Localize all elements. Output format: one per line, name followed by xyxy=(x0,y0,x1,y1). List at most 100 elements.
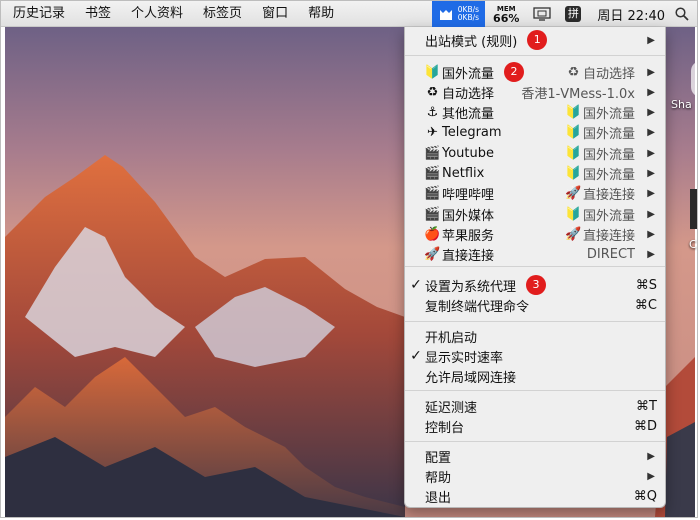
memory-indicator[interactable]: MEM 66% xyxy=(493,5,519,24)
show-speed-label: 显示实时速率 xyxy=(425,350,504,366)
submenu-arrow-icon: ▶ xyxy=(647,168,655,179)
menu-item-set-system-proxy[interactable]: ✓ 设置为系统代理 3 ⌘S xyxy=(405,275,665,295)
menu-item-latency-test[interactable]: 延迟测速 ⌘T xyxy=(405,396,665,416)
outbound-mode-label: 出站模式 (规则) xyxy=(425,34,518,50)
menu-item-config[interactable]: 配置 ▶ xyxy=(405,446,665,466)
input-method-icon[interactable]: 拼 xyxy=(565,6,582,22)
proxy-group-selected-value: 香港1-VMess-1.0x xyxy=(521,86,635,102)
proxy-group-selected-value: 国外流量 xyxy=(582,147,635,163)
desktop-file-icon[interactable] xyxy=(691,61,697,97)
proxy-group-label-wrap: 🎬 哔哩哔哩 xyxy=(423,184,494,203)
menu-item-proxy-group[interactable]: ⚓ 其他流量 🔰 国外流量 ▶ xyxy=(405,103,665,123)
submenu-arrow-icon: ▶ xyxy=(647,147,655,159)
download-speed: 0KB/s xyxy=(457,13,480,22)
proxy-group-selection: DIRECT xyxy=(587,247,635,262)
menu-separator xyxy=(405,55,665,56)
menu-item-proxy-group[interactable]: 🍎 苹果服务 🚀 直接连接 ▶ xyxy=(405,224,665,244)
beginner-icon: 🔰 xyxy=(565,125,582,141)
submenu-arrow-icon: ▶ xyxy=(647,208,655,220)
menu-item-dashboard[interactable]: 控制台 ⌘D xyxy=(405,416,665,436)
menu-item-launch-at-login[interactable]: 开机启动 xyxy=(405,326,665,346)
proxy-group-name: 直接连接 xyxy=(442,249,495,265)
proxy-group-name: Youtube xyxy=(442,145,494,161)
rocket-icon: 🚀 xyxy=(565,226,582,242)
proxy-group-selected-value: 国外流量 xyxy=(582,107,635,123)
menubar-clock[interactable]: 周日 22:40 xyxy=(597,5,665,24)
config-label: 配置 xyxy=(425,450,452,466)
proxy-group-name: 其他流量 xyxy=(442,107,495,123)
screen: Sha C 历史记录 书签 个人资料 标签页 窗口 帮助 0KB/s 0KB/s… xyxy=(0,0,698,518)
menu-item-proxy-group[interactable]: 🎬 哔哩哔哩 🚀 直接连接 ▶ xyxy=(405,184,665,204)
clapper-icon: 🎬 xyxy=(424,206,441,222)
clapper-icon: 🎬 xyxy=(424,166,441,181)
copy-terminal-label: 复制终端代理命令 xyxy=(425,299,530,315)
network-speed: 0KB/s 0KB/s xyxy=(458,6,479,22)
proxy-group-selection: 香港1-VMess-1.0x xyxy=(521,83,635,102)
status-area: 0KB/s 0KB/s MEM 66% 拼 周日 22:40 xyxy=(431,1,697,27)
proxy-group-selection: 🚀 直接连接 xyxy=(564,225,635,244)
help-label: 帮助 xyxy=(425,470,452,486)
clashx-cat-icon xyxy=(439,10,452,20)
proxy-group-selected-value: 自动选择 xyxy=(582,66,635,82)
menu-tabs[interactable]: 标签页 xyxy=(193,1,252,27)
proxy-group-selection: 🔰 国外流量 xyxy=(564,103,635,122)
beginner-icon: 🔰 xyxy=(565,206,582,222)
menu-item-proxy-group[interactable]: 🔰 国外流量 2 ♻ 自动选择 ▶ xyxy=(405,62,665,82)
spotlight-search-icon[interactable] xyxy=(675,7,689,21)
menu-item-proxy-group[interactable]: 🎬 国外媒体 🔰 国外流量 ▶ xyxy=(405,204,665,224)
menu-item-quit[interactable]: 退出 ⌘Q xyxy=(405,486,665,506)
menu-item-proxy-group[interactable]: 🎬 Netflix 🔰 国外流量 ▶ xyxy=(405,164,665,184)
menu-profile[interactable]: 个人资料 xyxy=(121,1,193,27)
menu-separator xyxy=(405,441,665,442)
proxy-group-name: Telegram xyxy=(442,125,502,141)
allow-lan-label: 允许局域网连接 xyxy=(425,370,517,386)
menu-item-proxy-group[interactable]: ✈ Telegram 🔰 国外流量 ▶ xyxy=(405,123,665,143)
proxy-group-selection: 🔰 国外流量 xyxy=(564,205,635,224)
shortcut-label: ⌘D xyxy=(633,418,657,434)
proxy-group-selected-value: 国外流量 xyxy=(582,168,635,183)
menu-item-proxy-group[interactable]: 🚀 直接连接 DIRECT ▶ xyxy=(405,245,665,265)
menu-help[interactable]: 帮助 xyxy=(298,1,344,27)
proxy-group-name: 哔哩哔哩 xyxy=(442,188,495,204)
shortcut-label: ⌘C xyxy=(634,297,657,313)
menu-bookmarks[interactable]: 书签 xyxy=(75,1,121,27)
menu-item-proxy-group[interactable]: 🎬 Youtube 🔰 国外流量 ▶ xyxy=(405,143,665,163)
display-mirror-icon[interactable] xyxy=(533,7,552,21)
clashx-status-item[interactable]: 0KB/s 0KB/s xyxy=(431,1,486,27)
proxy-group-label-wrap: 🎬 Youtube xyxy=(423,146,494,161)
menu-history[interactable]: 历史记录 xyxy=(1,1,75,27)
proxy-group-label-wrap: ⚓ 其他流量 xyxy=(423,103,494,122)
menu-bar: 历史记录 书签 个人资料 标签页 窗口 帮助 0KB/s 0KB/s MEM 6… xyxy=(1,1,697,27)
proxy-group-selected-value: 直接连接 xyxy=(582,228,635,244)
apple-icon: 🍎 xyxy=(424,226,441,242)
proxy-group-name: 国外流量 xyxy=(442,66,495,82)
beginner-icon: 🔰 xyxy=(565,166,582,181)
menu-window[interactable]: 窗口 xyxy=(252,1,298,27)
launch-at-login-label: 开机启动 xyxy=(425,330,478,346)
proxy-group-label-wrap: 🍎 苹果服务 xyxy=(423,225,494,244)
menu-item-outbound-mode[interactable]: 出站模式 (规则) 1 ▶ xyxy=(405,30,665,50)
proxy-group-selection: 🔰 国外流量 xyxy=(564,144,635,163)
menu-item-copy-terminal-command[interactable]: 复制终端代理命令 ⌘C xyxy=(405,295,665,315)
proxy-group-label-wrap: 🎬 Netflix xyxy=(423,166,484,181)
annotation-badge-1: 1 xyxy=(527,30,548,50)
proxy-group-label-wrap: 🔰 国外流量 2 xyxy=(423,62,525,82)
menu-item-help[interactable]: 帮助 ▶ xyxy=(405,466,665,486)
proxy-group-selected-value: DIRECT xyxy=(586,247,635,263)
proxy-group-name: 自动选择 xyxy=(442,86,495,102)
proxy-group-selected-value: 国外流量 xyxy=(582,208,635,224)
proxy-group-selection: 🔰 国外流量 xyxy=(564,123,635,142)
desktop-file-icon-2[interactable] xyxy=(690,189,697,229)
submenu-arrow-icon: ▶ xyxy=(647,228,655,240)
menu-item-allow-lan[interactable]: 允许局域网连接 xyxy=(405,366,665,386)
proxy-group-selected-value: 国外流量 xyxy=(582,127,635,143)
proxy-group-name: 苹果服务 xyxy=(442,228,495,244)
menu-separator xyxy=(405,266,665,267)
clashx-dropdown-menu: 出站模式 (规则) 1 ▶ 🔰 国外流量 2 ♻ 自动选择 ▶ ♻ 自动选择 香港1-VMess… xyxy=(404,27,666,508)
menu-separator xyxy=(405,321,665,322)
menu-item-proxy-group[interactable]: ♻ 自动选择 香港1-VMess-1.0x ▶ xyxy=(405,82,665,102)
proxy-group-selection: ♻ 自动选择 xyxy=(564,63,635,82)
submenu-arrow-icon: ▶ xyxy=(647,249,655,261)
clapper-icon: 🎬 xyxy=(424,145,441,161)
menu-item-show-speed[interactable]: ✓ 显示实时速率 xyxy=(405,346,665,366)
